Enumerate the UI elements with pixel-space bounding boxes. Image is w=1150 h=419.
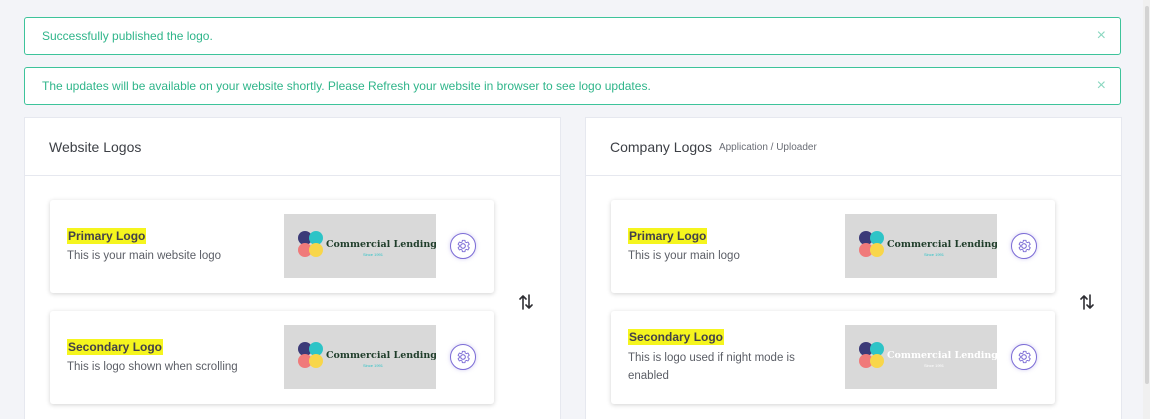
panel-header: Company Logos Application / Uploader <box>586 118 1121 176</box>
card-title: Secondary Logo <box>67 339 164 355</box>
card-title: Primary Logo <box>67 228 147 244</box>
logo-preview[interactable]: Commercial Lending Since 1991 <box>845 325 997 389</box>
settings-button[interactable] <box>450 233 476 259</box>
card-title: Secondary Logo <box>628 329 725 345</box>
logo-preview[interactable]: Commercial Lending Since 1991 <box>284 214 436 278</box>
logo-tagline: Since 1991 <box>363 363 384 368</box>
commercial-lending-logo-night: Commercial Lending Since 1991 <box>859 342 997 368</box>
settings-button[interactable] <box>1011 344 1037 370</box>
commercial-lending-logo: Commercial Lending Since 1991 <box>298 231 436 257</box>
close-icon[interactable]: × <box>1097 68 1106 104</box>
gear-icon <box>457 350 470 364</box>
swap-vertical-icon[interactable] <box>519 292 533 317</box>
success-alert: Successfully published the logo. × <box>24 17 1121 55</box>
alert-message: Successfully published the logo. <box>42 29 213 43</box>
card-description-line: enabled <box>628 370 669 382</box>
primary-logo-card: Primary Logo This is your main logo Comm… <box>611 200 1055 293</box>
swap-vertical-icon[interactable] <box>1080 292 1094 317</box>
close-icon[interactable]: × <box>1097 18 1106 54</box>
card-title: Primary Logo <box>628 228 708 244</box>
logo-name: Commercial Lending <box>326 239 436 250</box>
info-alert: The updates will be available on your we… <box>24 67 1121 105</box>
commercial-lending-logo: Commercial Lending Since 1991 <box>859 231 997 257</box>
logo-tagline: Since 1991 <box>363 252 384 257</box>
card-description: This is logo shown when scrolling <box>67 361 238 373</box>
logo-name: Commercial Lending <box>326 350 436 361</box>
panel-subtitle: Application / Uploader <box>718 142 817 153</box>
card-description: This is your main logo <box>628 250 740 262</box>
settings-button[interactable] <box>1011 233 1037 259</box>
settings-button[interactable] <box>450 344 476 370</box>
company-logos-panel: Company Logos Application / Uploader Pri… <box>585 117 1122 419</box>
panel-title: Company Logos <box>610 138 712 155</box>
primary-logo-card: Primary Logo This is your main website l… <box>50 200 494 293</box>
logo-tagline: Since 1991 <box>924 252 945 257</box>
logo-preview[interactable]: Commercial Lending Since 1991 <box>284 325 436 389</box>
commercial-lending-logo: Commercial Lending Since 1991 <box>298 342 436 368</box>
alert-message: The updates will be available on your we… <box>42 79 651 93</box>
scrollbar-thumb[interactable] <box>1145 6 1149 384</box>
gear-icon <box>1018 239 1031 253</box>
logo-name: Commercial Lending <box>887 350 997 361</box>
logo-tagline: Since 1991 <box>924 363 945 368</box>
logo-preview[interactable]: Commercial Lending Since 1991 <box>845 214 997 278</box>
secondary-logo-card: Secondary Logo This is logo shown when s… <box>50 311 494 404</box>
website-logos-panel: Website Logos Primary Logo This is your … <box>24 117 561 419</box>
panel-header: Website Logos <box>25 118 560 176</box>
gear-icon <box>1018 350 1031 364</box>
logo-name: Commercial Lending <box>887 239 997 250</box>
card-description-line: This is logo used if night mode is <box>628 352 795 364</box>
card-description: This is your main website logo <box>67 250 222 262</box>
panel-title: Website Logos <box>49 138 142 155</box>
gear-icon <box>457 239 470 253</box>
secondary-logo-card: Secondary Logo This is logo used if nigh… <box>611 311 1055 404</box>
